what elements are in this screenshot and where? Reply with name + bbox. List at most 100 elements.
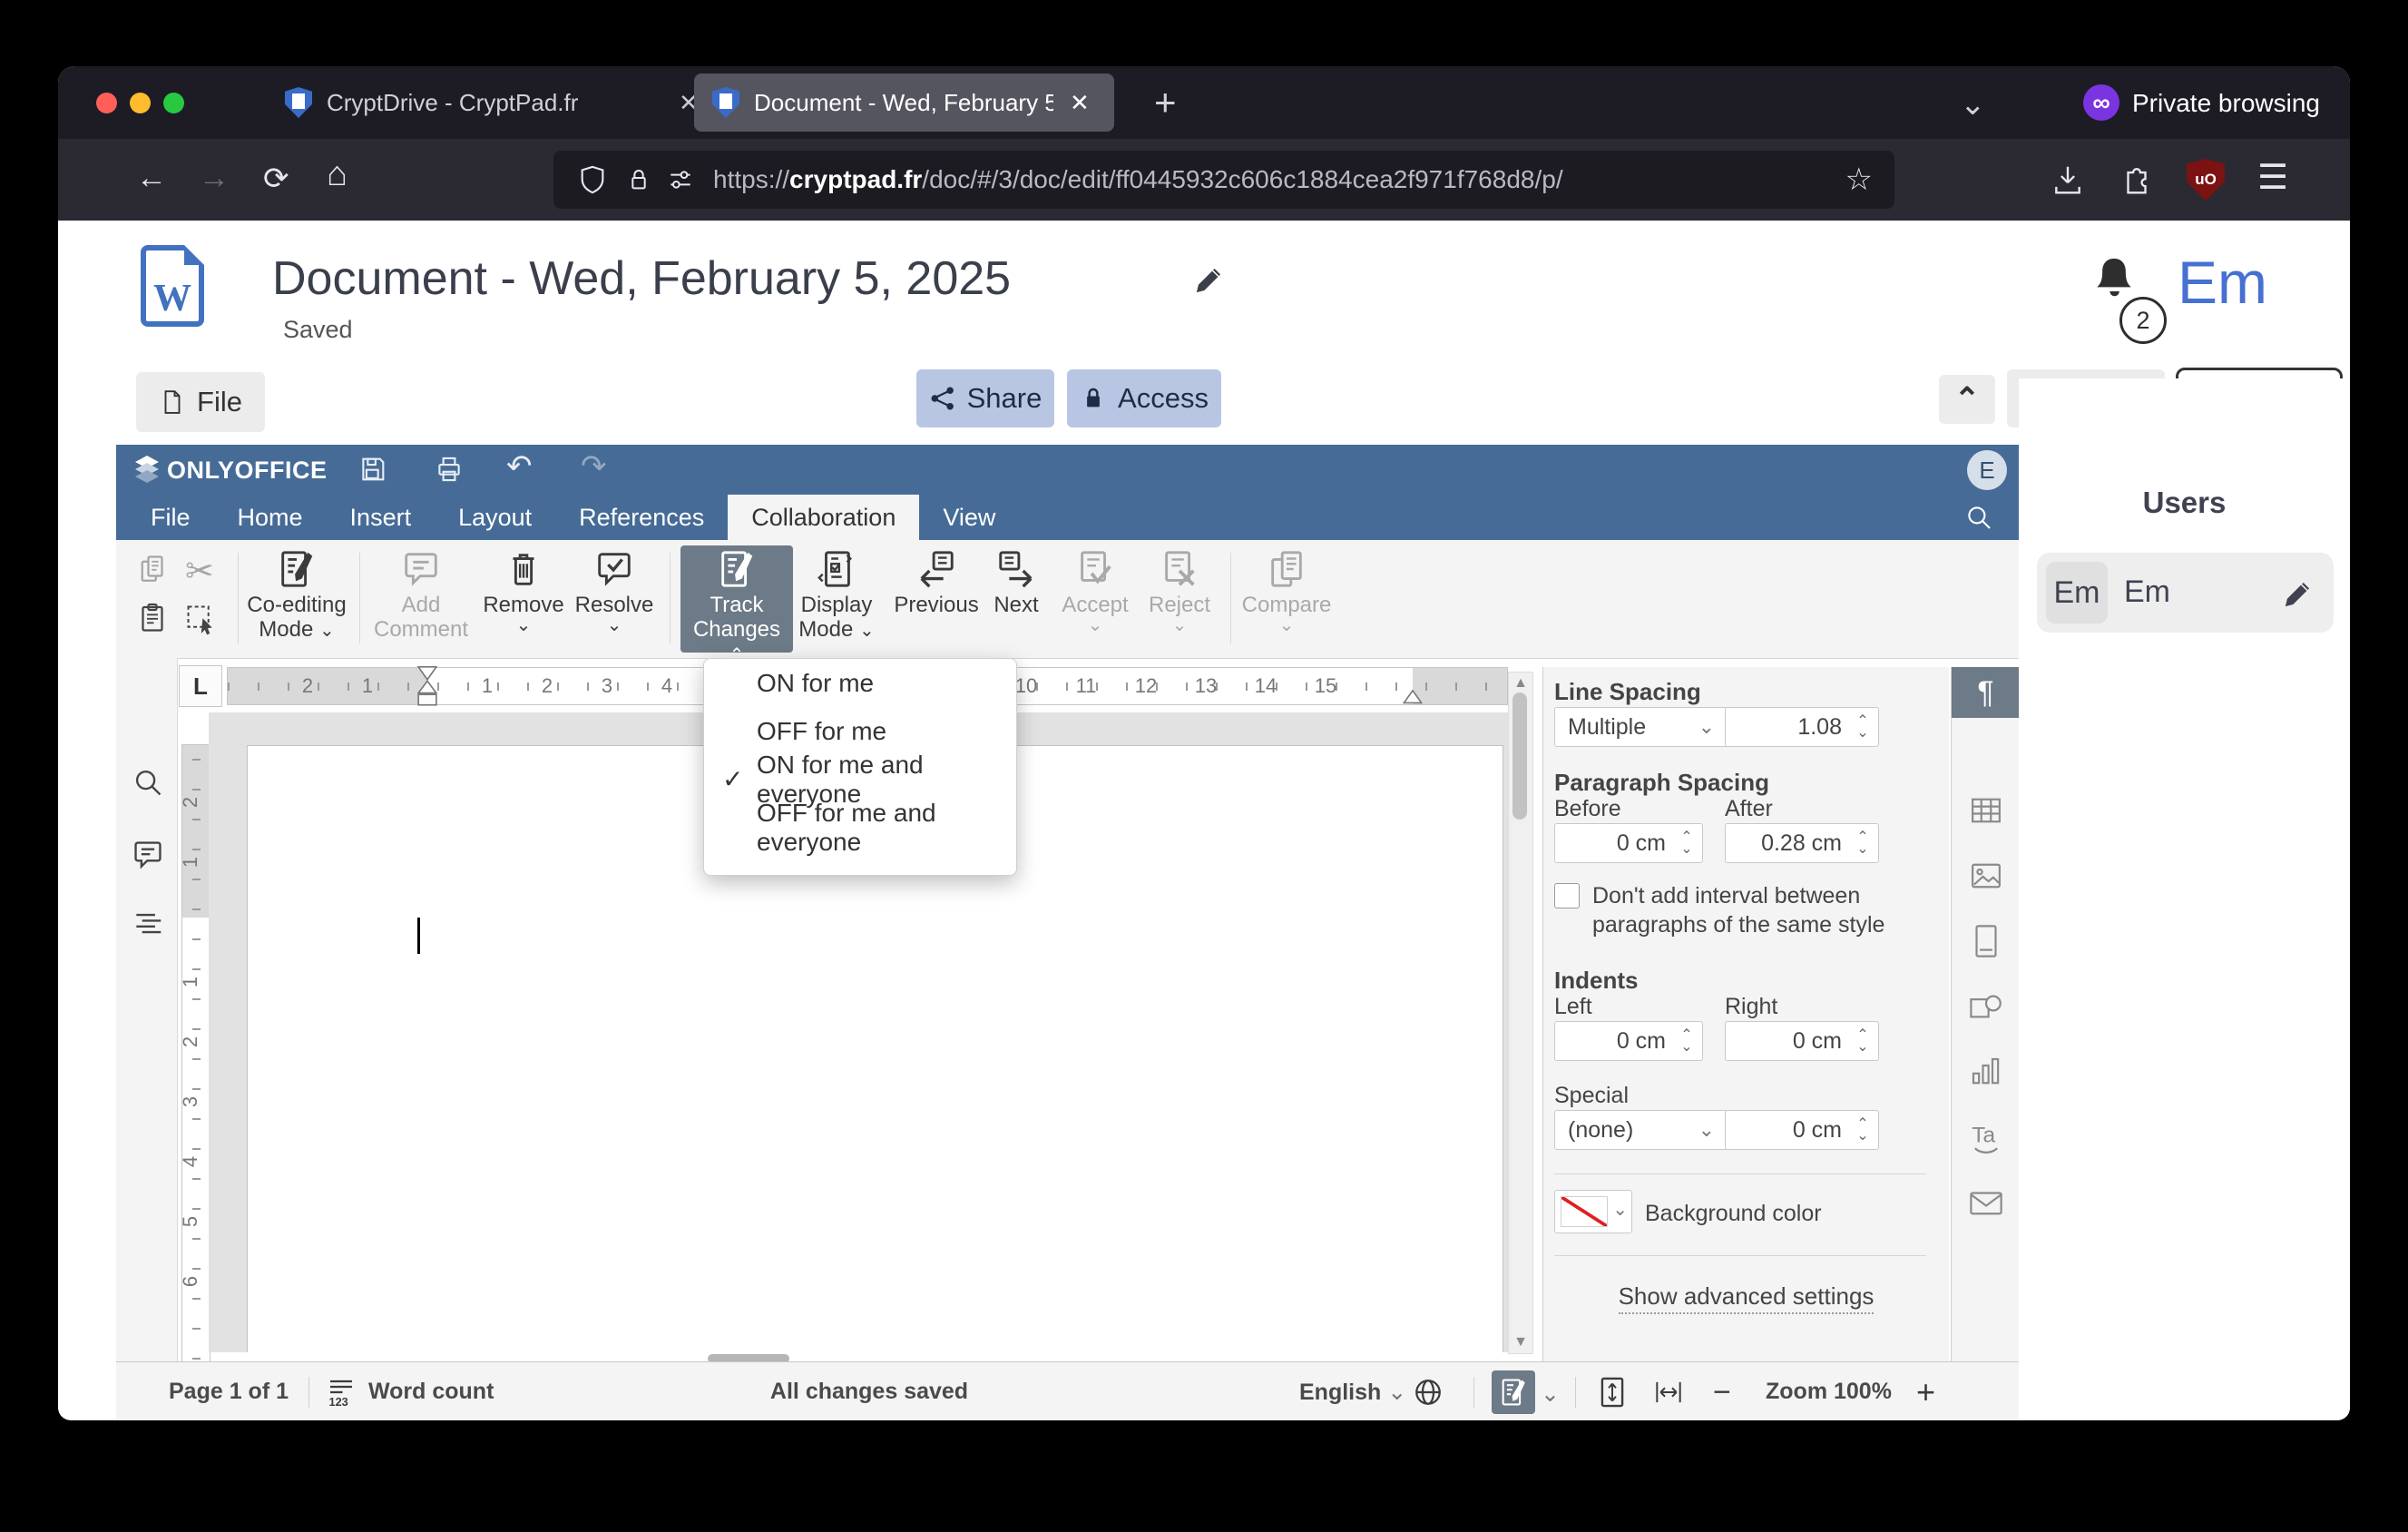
language-selector[interactable]: English ⌄	[1299, 1379, 1406, 1406]
document-title[interactable]: Document - Wed, February 5, 2025	[272, 251, 1011, 306]
fit-page-icon[interactable]	[1595, 1375, 1630, 1409]
close-window-button[interactable]	[96, 93, 117, 113]
special-value-spinner[interactable]: 0 cm ⌃ ⌄	[1725, 1110, 1879, 1150]
tab-cryptdrive[interactable]: CryptDrive - CryptPad.fr ✕	[267, 74, 720, 132]
menu-tab[interactable]: File	[127, 495, 214, 540]
notifications-bell-icon[interactable]	[2089, 253, 2139, 304]
accept-change-button[interactable]: Accept ⌄	[1056, 545, 1134, 634]
track-changes-menu-item[interactable]: ✓ OFF for me	[704, 707, 1016, 755]
mail-merge-tab[interactable]	[1952, 1177, 2020, 1228]
track-changes-status-toggle[interactable]	[1492, 1370, 1535, 1414]
menu-tab[interactable]: Insert	[327, 495, 436, 540]
find-search-icon[interactable]	[131, 765, 165, 800]
spacing-before-spinner[interactable]: 0 cm ⌃ ⌄	[1554, 823, 1703, 863]
indent-marker[interactable]	[417, 666, 437, 708]
editor-search-icon[interactable]	[1963, 502, 1994, 533]
access-button[interactable]: Access	[1067, 369, 1221, 427]
collapse-toolbar-button[interactable]: ⌃	[1939, 375, 1995, 424]
reload-button[interactable]: ⟳	[263, 161, 289, 197]
rename-pencil-icon[interactable]	[1194, 264, 1225, 295]
text-art-settings-tab[interactable]	[1952, 1112, 2020, 1163]
remove-comment-button[interactable]: Remove ⌄	[481, 545, 566, 634]
zoom-level[interactable]: Zoom 100%	[1766, 1379, 1892, 1405]
add-comment-button[interactable]: Add Comment	[367, 545, 475, 642]
scroll-up-icon[interactable]: ▲	[1509, 675, 1532, 692]
vertical-ruler[interactable]: 2 1 1 2 3 4 5 6	[179, 744, 210, 1420]
undo-icon[interactable]: ↶	[506, 448, 533, 485]
previous-change-button[interactable]: Previous	[894, 545, 979, 617]
editor-user-avatar[interactable]: E	[1967, 450, 2007, 490]
downloads-icon[interactable]	[2051, 162, 2085, 197]
image-settings-tab[interactable]	[1952, 850, 2020, 901]
track-changes-menu-item[interactable]: ✓ OFF for me and everyone	[704, 799, 1016, 856]
show-advanced-settings-link[interactable]: Show advanced settings	[1543, 1282, 1949, 1314]
tab-stop-selector[interactable]: L	[179, 665, 222, 707]
indent-right-spinner[interactable]: 0 cm ⌃ ⌄	[1725, 1021, 1879, 1061]
special-select[interactable]: (none) ⌄	[1554, 1110, 1728, 1150]
display-mode-button[interactable]: Display Mode ⌄	[791, 545, 882, 642]
comments-panel-icon[interactable]	[131, 838, 165, 872]
right-indent-marker[interactable]	[1403, 690, 1423, 704]
redo-icon[interactable]: ↷	[581, 448, 607, 485]
minimize-window-button[interactable]	[130, 93, 151, 113]
forward-button[interactable]: →	[199, 161, 230, 196]
spacing-after-spinner[interactable]: 0.28 cm ⌃ ⌄	[1725, 823, 1879, 863]
co-editing-mode-button[interactable]: Co-editing Mode ⌄	[243, 545, 350, 642]
fit-width-icon[interactable]	[1651, 1375, 1686, 1409]
hamburger-menu-icon[interactable]: ☰	[2257, 157, 2288, 198]
track-changes-button[interactable]: Track Changes ⌃	[680, 545, 793, 664]
compare-button[interactable]: Compare ⌄	[1241, 545, 1332, 634]
track-changes-status-chevron[interactable]: ⌄	[1541, 1380, 1560, 1408]
track-changes-menu-item[interactable]: ✓ ON for me	[704, 659, 1016, 707]
no-interval-checkbox[interactable]	[1554, 883, 1580, 908]
bookmark-star-icon[interactable]: ☆	[1845, 162, 1873, 198]
reject-change-button[interactable]: Reject ⌄	[1141, 545, 1218, 634]
word-count-label[interactable]: Word count	[368, 1379, 494, 1405]
next-change-button[interactable]: Next	[984, 545, 1049, 617]
table-settings-tab[interactable]	[1952, 785, 2020, 836]
cut-scissors-icon[interactable]: ✂	[185, 551, 214, 592]
vertical-scrollbar[interactable]: ▲ ▼	[1508, 672, 1533, 1354]
word-count-icon[interactable]	[325, 1376, 357, 1409]
scrollbar-thumb[interactable]	[1512, 692, 1527, 820]
background-color-swatch[interactable]: ⌄	[1554, 1190, 1632, 1233]
url-bar[interactable]: https://cryptpad.fr/doc/#/3/doc/edit/ff0…	[553, 151, 1894, 209]
tab-document-active[interactable]: Document - Wed, February 5, 2 ✕	[694, 74, 1114, 132]
share-button[interactable]: Share	[916, 369, 1054, 427]
file-menu-button[interactable]: File	[136, 372, 265, 432]
print-icon[interactable]	[434, 454, 465, 485]
indent-left-spinner[interactable]: 0 cm ⌃ ⌄	[1554, 1021, 1703, 1061]
menu-tab[interactable]: References	[555, 495, 728, 540]
paragraph-settings-tab[interactable]: ¶	[1952, 667, 2020, 718]
page-indicator[interactable]: Page 1 of 1	[169, 1379, 289, 1405]
ublock-origin-icon[interactable]: uO	[2187, 159, 2225, 201]
zoom-out-icon[interactable]: −	[1713, 1375, 1731, 1410]
track-changes-menu-item[interactable]: ✓ ON for me and everyone	[704, 751, 1016, 808]
permissions-toggle-icon[interactable]	[666, 165, 695, 194]
resolve-comment-button[interactable]: Resolve ⌄	[572, 545, 657, 634]
paste-icon[interactable]	[136, 602, 169, 634]
edit-name-pencil-icon[interactable]	[2283, 578, 2314, 609]
back-button[interactable]: ←	[136, 161, 167, 196]
account-avatar[interactable]: Em	[2178, 248, 2267, 317]
tracking-protection-shield-icon[interactable]	[577, 164, 608, 195]
header-footer-settings-tab[interactable]	[1952, 916, 2020, 967]
home-button[interactable]: ⌂	[327, 155, 347, 194]
menu-tab[interactable]: Collaboration	[728, 495, 920, 540]
list-tabs-chevron-icon[interactable]: ⌄	[1960, 86, 1986, 123]
menu-tab[interactable]: View	[919, 495, 1019, 540]
zoom-in-icon[interactable]: +	[1916, 1373, 1935, 1411]
new-tab-button[interactable]: +	[1154, 81, 1177, 124]
menu-tab[interactable]: Home	[214, 495, 327, 540]
spellcheck-globe-icon[interactable]	[1412, 1376, 1444, 1409]
line-spacing-value-spinner[interactable]: 1.08 ⌃ ⌄	[1725, 707, 1879, 747]
save-icon[interactable]	[357, 454, 388, 485]
user-list-item[interactable]: Em Em	[2037, 553, 2334, 633]
zoom-window-button[interactable]	[163, 93, 184, 113]
scroll-down-icon[interactable]: ▼	[1509, 1334, 1532, 1350]
shape-settings-tab[interactable]	[1952, 981, 2020, 1032]
extensions-puzzle-icon[interactable]	[2119, 162, 2154, 197]
menu-tab[interactable]: Layout	[435, 495, 555, 540]
close-tab-icon[interactable]: ✕	[1070, 89, 1090, 117]
connection-lock-icon[interactable]	[624, 165, 653, 194]
